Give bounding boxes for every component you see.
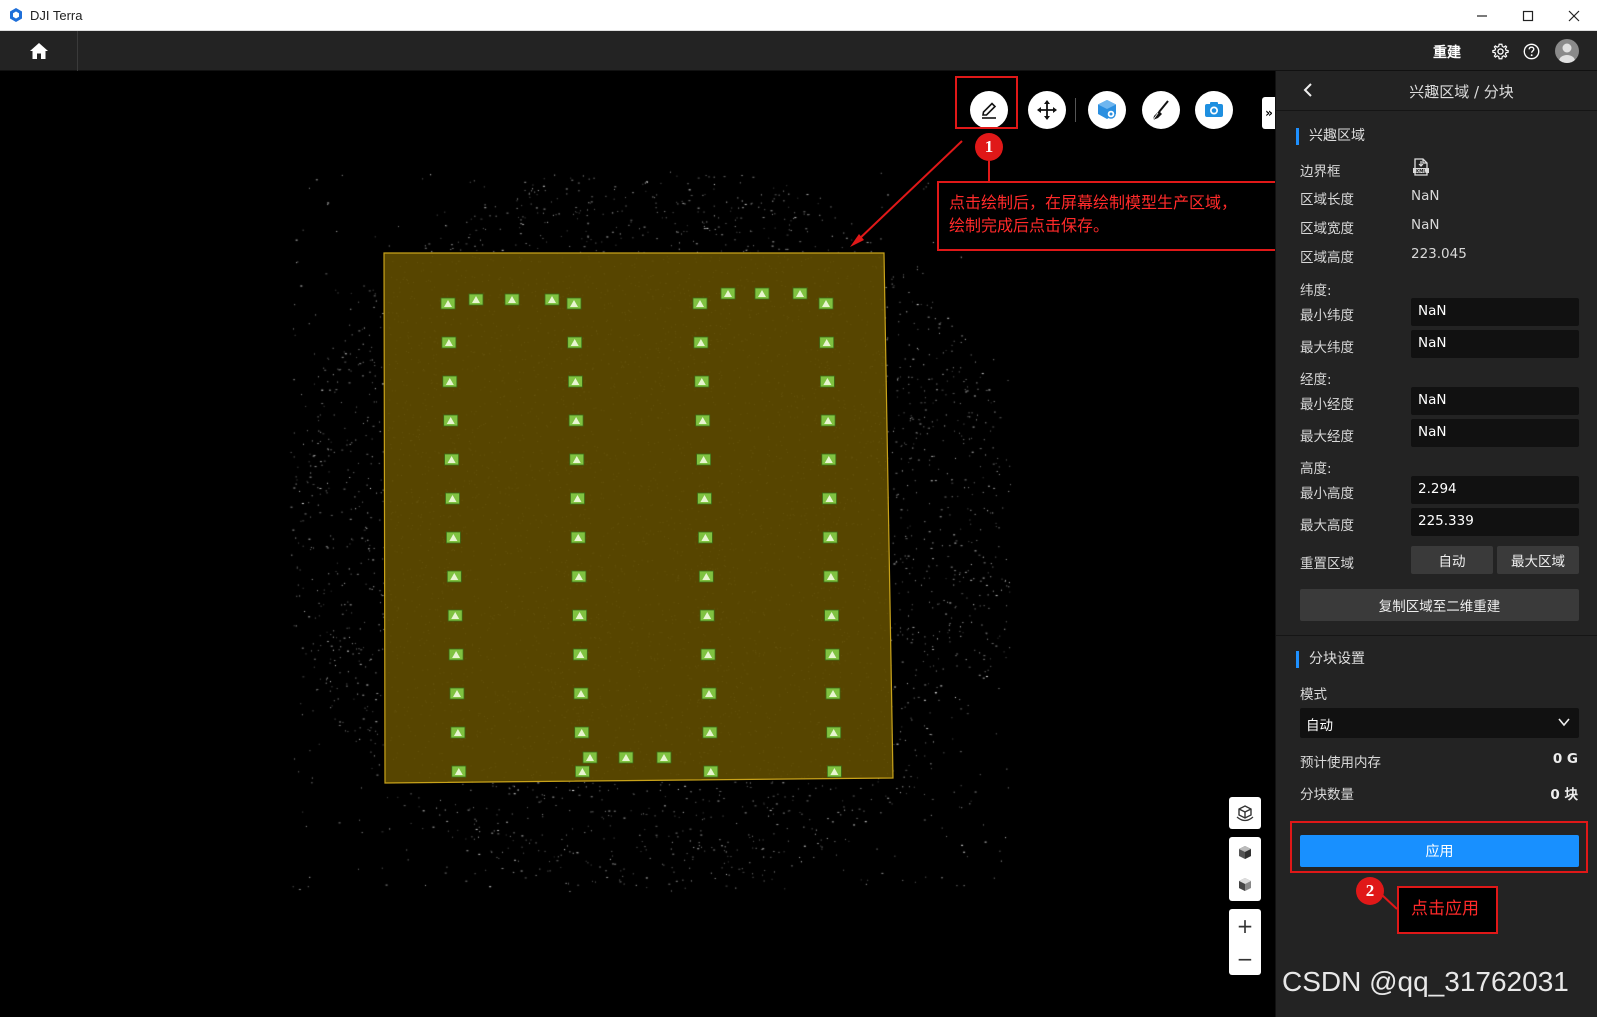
auto-area-button[interactable]: 自动 bbox=[1411, 546, 1493, 574]
app-title: DJI Terra bbox=[30, 7, 83, 23]
max-latitude-input[interactable]: NaN bbox=[1411, 330, 1579, 358]
move-icon bbox=[1037, 100, 1057, 120]
roi-length-label: 区域长度 bbox=[1300, 192, 1354, 208]
gear-icon bbox=[1491, 43, 1509, 59]
longitude-header: 经度: bbox=[1300, 372, 1332, 388]
copy-to-2d-button[interactable]: 复制区域至二维重建 bbox=[1300, 589, 1579, 621]
import-kml-button[interactable]: KML bbox=[1411, 157, 1431, 181]
roi-height-value: 223.045 bbox=[1411, 246, 1467, 262]
altitude-header: 高度: bbox=[1300, 461, 1332, 477]
user-avatar-icon bbox=[1559, 43, 1575, 63]
apply-button[interactable]: 应用 bbox=[1300, 835, 1579, 867]
panel-header: 兴趣区域 / 分块 bbox=[1276, 71, 1597, 111]
mode-select[interactable]: 自动 bbox=[1300, 708, 1579, 738]
bbox-label: 边界框 bbox=[1300, 164, 1341, 180]
latitude-header: 纬度: bbox=[1300, 283, 1332, 299]
max-altitude-input[interactable]: 225.339 bbox=[1411, 508, 1579, 536]
annotation-highlight-draw bbox=[955, 76, 1018, 129]
min-latitude-input[interactable]: NaN bbox=[1411, 298, 1579, 326]
collapse-panel-button[interactable]: » bbox=[1262, 97, 1275, 129]
maximize-icon bbox=[1522, 10, 1534, 21]
roi-length-value: NaN bbox=[1411, 188, 1440, 204]
minimize-icon bbox=[1477, 14, 1487, 17]
cube-rotate-icon bbox=[1236, 805, 1254, 822]
roi-width-label: 区域宽度 bbox=[1300, 221, 1354, 237]
ortho-view-button[interactable] bbox=[1229, 869, 1261, 901]
toolbar-divider bbox=[1075, 98, 1076, 122]
settings-button[interactable] bbox=[1490, 41, 1510, 61]
perspective-view-button[interactable] bbox=[1229, 837, 1261, 869]
svg-text:KML: KML bbox=[1416, 168, 1426, 173]
max-area-button[interactable]: 最大区域 bbox=[1497, 546, 1579, 574]
window-title-bar: DJI Terra bbox=[0, 0, 1597, 31]
max-latitude-label: 最大纬度 bbox=[1300, 340, 1354, 356]
mode-select-value: 自动 bbox=[1306, 718, 1333, 734]
view-3d-icon bbox=[1098, 100, 1116, 119]
max-altitude-label: 最大高度 bbox=[1300, 518, 1354, 534]
home-icon bbox=[29, 43, 48, 59]
max-longitude-label: 最大经度 bbox=[1300, 429, 1354, 445]
min-latitude-label: 最小纬度 bbox=[1300, 308, 1354, 324]
tile-count-value: 0 块 bbox=[1550, 787, 1578, 803]
home-button[interactable] bbox=[0, 31, 78, 71]
tiling-section-title: 分块设置 bbox=[1296, 651, 1365, 668]
memory-value: 0 G bbox=[1552, 751, 1578, 767]
close-icon bbox=[1568, 10, 1580, 21]
minimize-button[interactable] bbox=[1459, 0, 1505, 31]
annotation-text-1-line1: 点击绘制后，在屏幕绘制模型生产区域， bbox=[949, 193, 1238, 212]
app-logo-icon bbox=[10, 8, 22, 22]
min-altitude-label: 最小高度 bbox=[1300, 486, 1354, 502]
cube-icon bbox=[1239, 846, 1251, 859]
memory-label: 预计使用内存 bbox=[1300, 755, 1381, 771]
top-nav-bar: 重建 bbox=[0, 31, 1597, 71]
reset-view-button[interactable] bbox=[1229, 797, 1261, 829]
screenshot-tool-button[interactable] bbox=[1195, 91, 1233, 129]
roi-height-label: 区域高度 bbox=[1300, 250, 1354, 266]
watermark: CSDN @qq_31762031 bbox=[1282, 966, 1569, 997]
chevron-down-icon bbox=[1558, 718, 1570, 727]
cube-ortho-icon bbox=[1239, 878, 1251, 891]
camera-icon bbox=[1205, 102, 1223, 117]
roi-section-title: 兴趣区域 bbox=[1296, 128, 1365, 145]
annotation-badge-1: 1 bbox=[975, 133, 1003, 161]
help-icon bbox=[1523, 43, 1539, 59]
reconstruct-menu[interactable]: 重建 bbox=[1433, 42, 1461, 62]
move-tool-button[interactable] bbox=[1028, 91, 1066, 129]
brush-tool-button[interactable] bbox=[1142, 91, 1180, 129]
brush-icon bbox=[1152, 100, 1169, 121]
mode-label: 模式 bbox=[1300, 687, 1327, 703]
tile-count-label: 分块数量 bbox=[1300, 787, 1354, 803]
view-reset-group bbox=[1229, 797, 1261, 829]
annotation-text-2: 点击应用 bbox=[1397, 886, 1498, 934]
zoom-in-button[interactable]: + bbox=[1229, 909, 1261, 942]
maximize-button[interactable] bbox=[1505, 0, 1551, 31]
max-longitude-input[interactable]: NaN bbox=[1411, 419, 1579, 447]
kml-file-icon: KML bbox=[1413, 158, 1429, 176]
zoom-out-button[interactable]: − bbox=[1229, 942, 1261, 975]
region-of-interest-polygon[interactable] bbox=[383, 252, 894, 784]
reset-area-label: 重置区域 bbox=[1300, 556, 1354, 572]
annotation-badge-2: 2 bbox=[1356, 877, 1384, 905]
panel-title: 兴趣区域 / 分块 bbox=[1409, 83, 1514, 101]
3d-viewport[interactable]: » 1 点击绘制后，在屏幕绘制模型生产区域， 绘制完成后点击保存。 + − bbox=[0, 71, 1275, 1017]
zoom-group: + − bbox=[1229, 909, 1261, 975]
help-button[interactable] bbox=[1521, 41, 1541, 61]
view-3d-tool-button[interactable] bbox=[1088, 91, 1126, 129]
annotation-connector-2 bbox=[1381, 894, 1398, 910]
close-button[interactable] bbox=[1551, 0, 1597, 31]
roi-tiling-panel: 兴趣区域 / 分块 兴趣区域 边界框 KML 区域长度 NaN 区域宽度 NaN… bbox=[1275, 71, 1597, 1017]
section-divider bbox=[1276, 635, 1597, 636]
annotation-text-1: 点击绘制后，在屏幕绘制模型生产区域， 绘制完成后点击保存。 bbox=[937, 181, 1275, 251]
annotation-text-1-line2: 绘制完成后点击保存。 bbox=[949, 216, 1110, 235]
min-longitude-label: 最小经度 bbox=[1300, 397, 1354, 413]
roi-width-value: NaN bbox=[1411, 217, 1440, 233]
min-longitude-input[interactable]: NaN bbox=[1411, 387, 1579, 415]
view-mode-group bbox=[1229, 837, 1261, 901]
min-altitude-input[interactable]: 2.294 bbox=[1411, 476, 1579, 504]
user-avatar[interactable] bbox=[1555, 39, 1579, 63]
